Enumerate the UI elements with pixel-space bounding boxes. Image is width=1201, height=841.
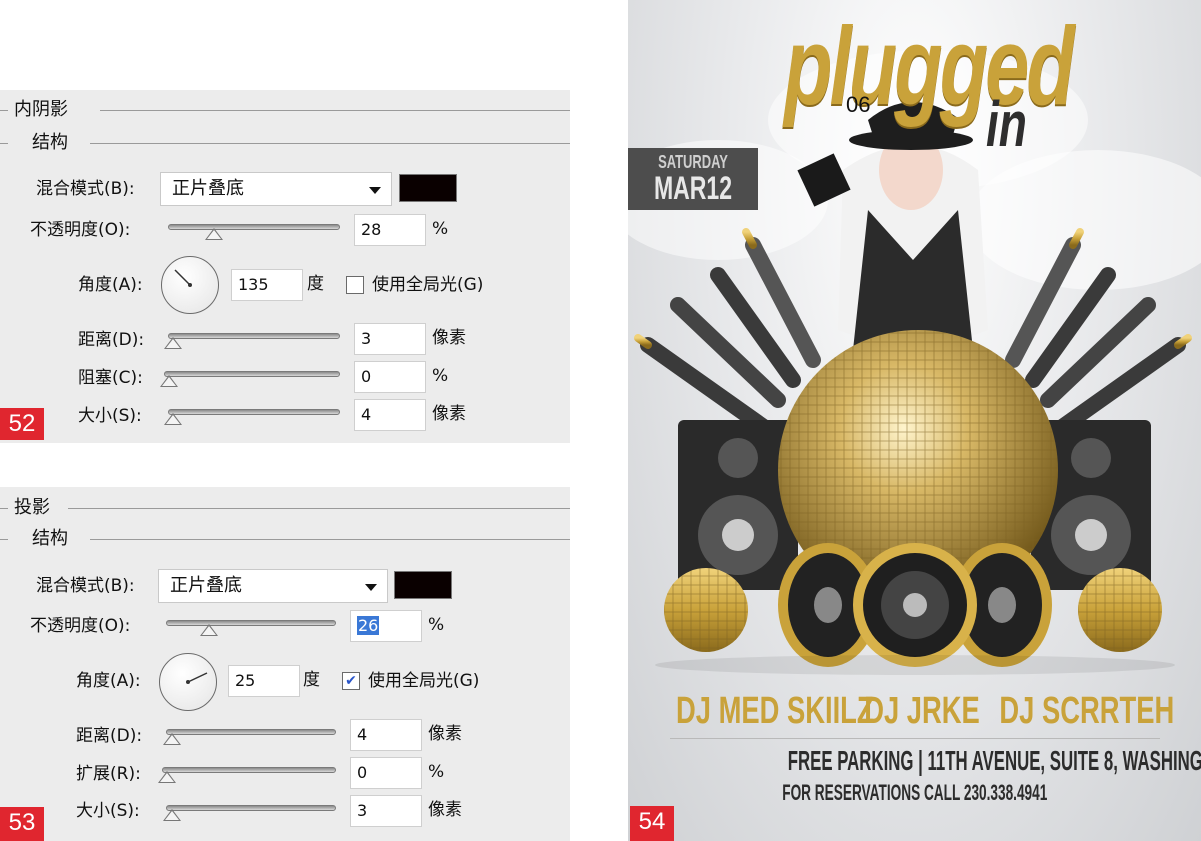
angle-needle-icon bbox=[174, 269, 192, 287]
dj-name-1: DJ MED SKIILZ bbox=[676, 690, 874, 732]
size-slider-handle[interactable] bbox=[164, 413, 182, 425]
angle-needle-icon bbox=[186, 672, 208, 684]
size-slider[interactable] bbox=[168, 409, 340, 415]
date-day: SATURDAY bbox=[658, 152, 728, 172]
distance-slider-handle[interactable] bbox=[164, 337, 182, 349]
dj-lineup: DJ MED SKIILZ DJ JRKE DJ SCRRTEH bbox=[628, 688, 1201, 734]
global-light-checkbox[interactable]: ✔ bbox=[342, 672, 360, 690]
dj-name-2: DJ JRKE bbox=[864, 690, 980, 732]
inner-shadow-title: 内阴影 bbox=[14, 99, 68, 120]
drop-shadow-structure-header: 结构 bbox=[0, 527, 570, 551]
inner-shadow-section-header: 内阴影 bbox=[0, 98, 570, 122]
figure-badge-54: 54 bbox=[630, 806, 674, 841]
opacity-slider[interactable] bbox=[168, 224, 340, 230]
poster-title-top: plugged bbox=[784, 5, 1075, 128]
angle-dial[interactable] bbox=[159, 653, 217, 711]
angle-input[interactable]: 25 bbox=[228, 665, 300, 697]
distance-unit: 像素 bbox=[428, 724, 462, 744]
opacity-unit: % bbox=[428, 615, 445, 635]
drop-shadow-title: 投影 bbox=[14, 497, 50, 518]
angle-input[interactable]: 135 bbox=[231, 269, 303, 301]
size-input[interactable]: 3 bbox=[350, 795, 422, 827]
choke-slider-handle[interactable] bbox=[160, 375, 178, 387]
opacity-slider-handle[interactable] bbox=[205, 228, 223, 240]
inner-shadow-structure-header: 结构 bbox=[0, 131, 570, 155]
poster-preview: plugged in 06 SATURDAY MAR12 DJ MED SKII… bbox=[628, 0, 1201, 841]
spread-unit: % bbox=[428, 762, 445, 782]
blend-mode-dropdown[interactable]: 正片叠底 bbox=[160, 172, 392, 206]
choke-input[interactable]: 0 bbox=[354, 361, 426, 393]
blend-mode-value: 正片叠底 bbox=[170, 575, 242, 596]
choke-unit: % bbox=[432, 366, 449, 386]
blend-mode-value: 正片叠底 bbox=[172, 178, 244, 199]
angle-label: 角度(A): bbox=[78, 275, 143, 295]
blend-mode-dropdown[interactable]: 正片叠底 bbox=[158, 569, 388, 603]
checkmark-icon: ✔ bbox=[345, 673, 357, 689]
poster-title-bottom: in bbox=[985, 88, 1027, 160]
opacity-slider[interactable] bbox=[166, 620, 336, 626]
spread-label: 扩展(R): bbox=[76, 764, 141, 784]
choke-slider[interactable] bbox=[164, 371, 340, 377]
drop-shadow-structure-title: 结构 bbox=[32, 528, 68, 549]
inner-shadow-structure-title: 结构 bbox=[32, 132, 68, 153]
poster-title: plugged bbox=[668, 12, 1188, 122]
spread-slider-handle[interactable] bbox=[158, 771, 176, 783]
opacity-label: 不透明度(O): bbox=[30, 616, 131, 636]
opacity-slider-handle[interactable] bbox=[200, 624, 218, 636]
opacity-input[interactable]: 26 bbox=[350, 610, 422, 642]
blend-mode-label: 混合模式(B): bbox=[36, 179, 135, 199]
size-unit: 像素 bbox=[432, 404, 466, 424]
opacity-unit: % bbox=[432, 219, 449, 239]
blend-mode-label: 混合模式(B): bbox=[36, 576, 135, 596]
poster-divider bbox=[670, 738, 1160, 739]
distance-slider[interactable] bbox=[166, 729, 336, 735]
date-text: MAR12 bbox=[653, 170, 733, 206]
size-label: 大小(S): bbox=[76, 801, 140, 821]
distance-label: 距离(D): bbox=[76, 726, 143, 746]
size-slider-handle[interactable] bbox=[163, 809, 181, 821]
figure-badge-53: 53 bbox=[0, 807, 44, 841]
drop-shadow-panel: 投影 结构 混合模式(B): 正片叠底 不透明度(O): 26 % 角度(A):… bbox=[0, 487, 570, 841]
distance-unit: 像素 bbox=[432, 328, 466, 348]
spread-input[interactable]: 0 bbox=[350, 757, 422, 789]
date-box: SATURDAY MAR12 bbox=[628, 148, 758, 210]
size-input[interactable]: 4 bbox=[354, 399, 426, 431]
choke-label: 阻塞(C): bbox=[78, 368, 143, 388]
angle-label: 角度(A): bbox=[76, 671, 141, 691]
chevron-down-icon bbox=[365, 584, 377, 591]
distance-slider[interactable] bbox=[168, 333, 340, 339]
size-label: 大小(S): bbox=[78, 406, 142, 426]
opacity-label: 不透明度(O): bbox=[30, 220, 131, 240]
dj-name-3: DJ SCRRTEH bbox=[999, 690, 1175, 732]
poster-info-line: FREE PARKING | 11TH AVENUE, SUITE 8, WAS… bbox=[787, 745, 1201, 776]
distance-input[interactable]: 3 bbox=[354, 323, 426, 355]
spread-slider[interactable] bbox=[162, 767, 336, 773]
global-light-label: 使用全局光(G) bbox=[372, 275, 484, 295]
global-light-label: 使用全局光(G) bbox=[368, 671, 480, 691]
opacity-input[interactable]: 28 bbox=[354, 214, 426, 246]
distance-label: 距离(D): bbox=[78, 330, 145, 350]
inner-shadow-panel: 内阴影 结构 混合模式(B): 正片叠底 不透明度(O): 28 % 角度(A)… bbox=[0, 90, 570, 443]
drop-shadow-section-header: 投影 bbox=[0, 496, 570, 520]
global-light-checkbox[interactable] bbox=[346, 276, 364, 294]
angle-unit: 度 bbox=[307, 274, 324, 294]
poster-reservation-wrap: FOR RESERVATIONS CALL 230.338.4941 bbox=[628, 780, 1201, 806]
distance-slider-handle[interactable] bbox=[163, 733, 181, 745]
chevron-down-icon bbox=[369, 187, 381, 194]
shadow-color-swatch[interactable] bbox=[394, 571, 452, 599]
poster-info-line-wrap: FREE PARKING | 11TH AVENUE, SUITE 8, WAS… bbox=[628, 744, 1201, 778]
poster-reservation-line: FOR RESERVATIONS CALL 230.338.4941 bbox=[781, 780, 1048, 805]
size-unit: 像素 bbox=[428, 800, 462, 820]
shadow-color-swatch[interactable] bbox=[399, 174, 457, 202]
angle-unit: 度 bbox=[303, 670, 320, 690]
size-slider[interactable] bbox=[166, 805, 336, 811]
angle-dial[interactable] bbox=[161, 256, 219, 314]
figure-badge-52: 52 bbox=[0, 408, 44, 440]
poster-top-number: 06 bbox=[846, 92, 871, 117]
distance-input[interactable]: 4 bbox=[350, 719, 422, 751]
